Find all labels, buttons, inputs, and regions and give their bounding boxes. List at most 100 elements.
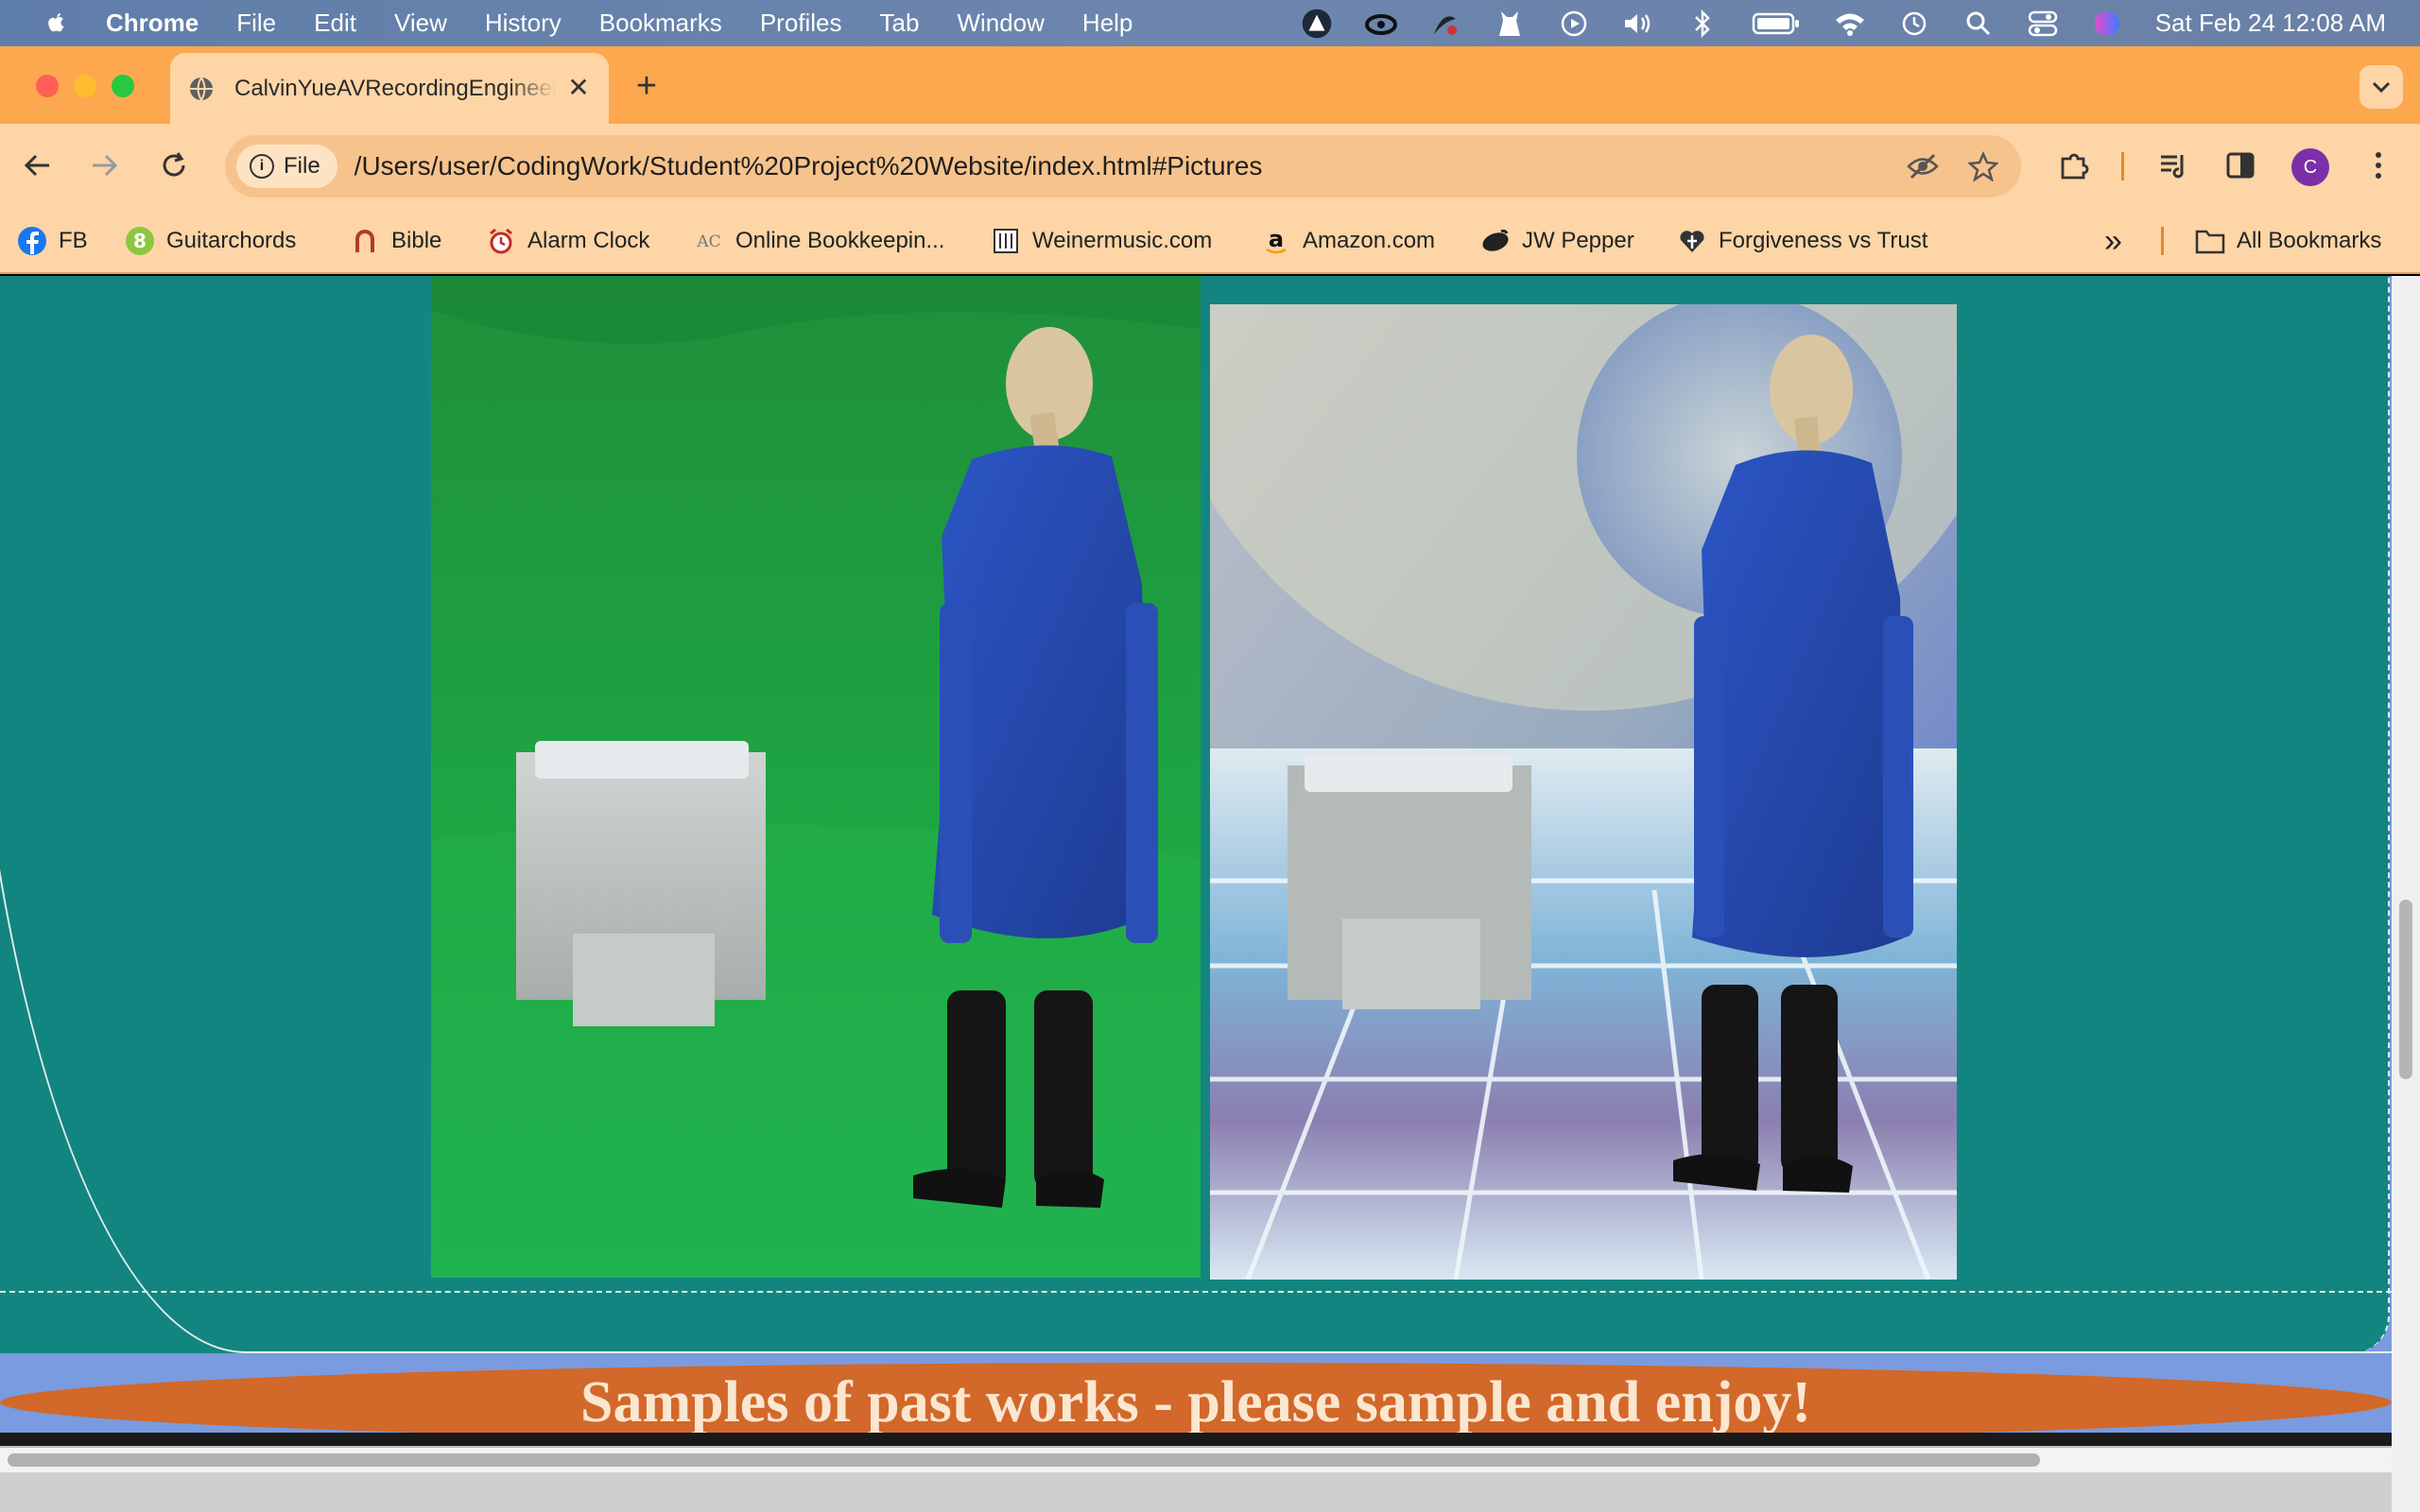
bookmark-label: Guitarchords [166, 228, 297, 253]
menu-bookmarks[interactable]: Bookmarks [599, 9, 722, 38]
menu-history[interactable]: History [485, 9, 562, 38]
bookmark-label: Bible [391, 228, 442, 253]
battery-icon[interactable] [1751, 8, 1802, 40]
weinermusic-icon [991, 226, 1021, 256]
tab-active[interactable]: CalvinYueAVRecordingEngineer ✕ [170, 53, 609, 124]
chevron-down-icon [2372, 81, 2391, 94]
tab-strip: CalvinYueAVRecordingEngineer ✕ + [0, 46, 2420, 124]
kebab-menu-icon [2376, 152, 2381, 179]
composited-scene-photo[interactable] [1210, 304, 1957, 1280]
ac-logo-icon: AC [694, 226, 724, 256]
menu-app-name[interactable]: Chrome [106, 9, 199, 38]
composited-scene-image [1210, 304, 1957, 1280]
bible-icon [350, 226, 380, 256]
side-panel-icon [2226, 152, 2255, 179]
menu-window[interactable]: Window [957, 9, 1044, 38]
menu-help[interactable]: Help [1082, 9, 1132, 38]
guitarchords-icon: 8 [125, 226, 155, 256]
arrow-right-icon [93, 154, 118, 177]
facebook-icon [17, 226, 47, 256]
close-window-button[interactable] [36, 75, 59, 97]
side-panel-button[interactable] [2221, 146, 2259, 184]
wifi-icon[interactable] [1834, 8, 1866, 40]
bluetooth-icon[interactable] [1686, 8, 1719, 40]
site-info-label: File [284, 153, 320, 179]
tab-title: CalvinYueAVRecordingEngineer [234, 75, 556, 101]
horizontal-scrollbar[interactable] [0, 1448, 2392, 1472]
bookmark-forgiveness-vs-trust[interactable]: Forgiveness vs Trust [1677, 208, 1927, 274]
bookmark-amazon[interactable]: a Amazon.com [1261, 208, 1435, 274]
new-tab-button[interactable]: + [628, 67, 666, 105]
bookmark-label: Weinermusic.com [1032, 228, 1213, 253]
apple-icon[interactable] [42, 9, 70, 38]
creative-cloud-icon[interactable] [1364, 8, 1397, 40]
play-circle-icon[interactable] [1558, 8, 1590, 40]
tab-search-button[interactable] [2360, 65, 2403, 109]
vertical-scrollbar[interactable] [2392, 276, 2420, 1512]
address-bar[interactable]: i File /Users/user/CodingWork/Student%20… [225, 135, 2021, 198]
bookmark-jw-pepper[interactable]: JW Pepper [1480, 208, 1634, 274]
bookmark-label: FB [59, 228, 88, 253]
forward-button[interactable] [85, 146, 123, 184]
bookmark-guitarchords[interactable]: 8 Guitarchords [125, 208, 296, 274]
vpn-triangle-icon[interactable] [1301, 8, 1333, 40]
macos-menubar: Chrome File Edit View History Bookmarks … [0, 0, 2420, 46]
more-menu-button[interactable] [2360, 146, 2397, 184]
horizontal-scrollbar-thumb[interactable] [8, 1453, 2040, 1467]
dashed-guide-line [0, 1291, 2392, 1293]
music-queue-icon [2161, 155, 2184, 179]
all-bookmarks-button[interactable]: All Bookmarks [2195, 208, 2381, 274]
zoom-window-button[interactable] [112, 75, 134, 97]
page-footer-strip [0, 1433, 2392, 1446]
samples-banner: Samples of past works - please sample an… [0, 1363, 2392, 1442]
toolbar-divider [2121, 152, 2124, 180]
bookmark-label: Alarm Clock [527, 228, 650, 253]
browser-toolbar: i File /Users/user/CodingWork/Student%20… [0, 124, 2420, 208]
menu-profiles[interactable]: Profiles [760, 9, 842, 38]
url-text[interactable]: /Users/user/CodingWork/Student%20Project… [354, 151, 1263, 181]
menu-tab[interactable]: Tab [880, 9, 920, 38]
bookmarks-overflow-button[interactable]: » [2104, 208, 2122, 274]
jw-pepper-icon [1480, 226, 1511, 256]
svg-text:a: a [1269, 226, 1284, 252]
control-center-icon[interactable] [2027, 8, 2059, 40]
acrobat-icon[interactable] [1429, 8, 1461, 40]
close-tab-icon[interactable]: ✕ [563, 72, 594, 102]
menu-view[interactable]: View [394, 9, 447, 38]
svg-text:AC: AC [696, 232, 720, 251]
bookmark-label: Forgiveness vs Trust [1719, 228, 1928, 253]
banner-heading: Samples of past works - please sample an… [579, 1369, 1812, 1435]
back-button[interactable] [19, 146, 57, 184]
bookmark-weinermusic[interactable]: Weinermusic.com [991, 208, 1212, 274]
bookmark-label: Amazon.com [1303, 228, 1436, 253]
minimize-window-button[interactable] [74, 75, 96, 97]
siri-icon[interactable] [2091, 8, 2123, 40]
address-bar-actions [1881, 147, 2002, 185]
profile-avatar[interactable]: C [2291, 148, 2329, 186]
chevron-double-right-icon: » [2104, 222, 2122, 259]
green-screen-photo[interactable] [431, 276, 1201, 1278]
bookmark-fb[interactable]: FB [17, 208, 88, 274]
site-info-chip[interactable]: i File [236, 145, 337, 188]
clock[interactable]: Sat Feb 24 12:08 AM [2155, 9, 2386, 38]
bookmark-online-bookkeeping[interactable]: AC Online Bookkeepin... [694, 208, 944, 274]
spotlight-search-icon[interactable] [1962, 8, 1995, 40]
time-machine-icon[interactable] [1898, 8, 1930, 40]
menu-file[interactable]: File [236, 9, 276, 38]
svg-text:8: 8 [133, 230, 147, 252]
vertical-scrollbar-thumb[interactable] [2399, 900, 2412, 1079]
alarm-clock-icon [486, 226, 516, 256]
arrow-left-icon [24, 154, 49, 177]
cat-icon[interactable] [1494, 8, 1526, 40]
bookmark-alarm-clock[interactable]: Alarm Clock [486, 208, 649, 274]
heart-icon [1677, 226, 1707, 256]
green-screen-image [431, 276, 1201, 1278]
extensions-button[interactable] [2055, 146, 2093, 184]
bookmark-bible[interactable]: Bible [350, 208, 441, 274]
star-bookmark-icon[interactable] [1964, 147, 2002, 185]
eye-slash-icon[interactable] [1904, 147, 1942, 185]
reload-button[interactable] [155, 146, 193, 184]
menu-edit[interactable]: Edit [314, 9, 356, 38]
volume-icon[interactable] [1622, 8, 1654, 40]
media-controls-button[interactable] [2155, 146, 2193, 184]
